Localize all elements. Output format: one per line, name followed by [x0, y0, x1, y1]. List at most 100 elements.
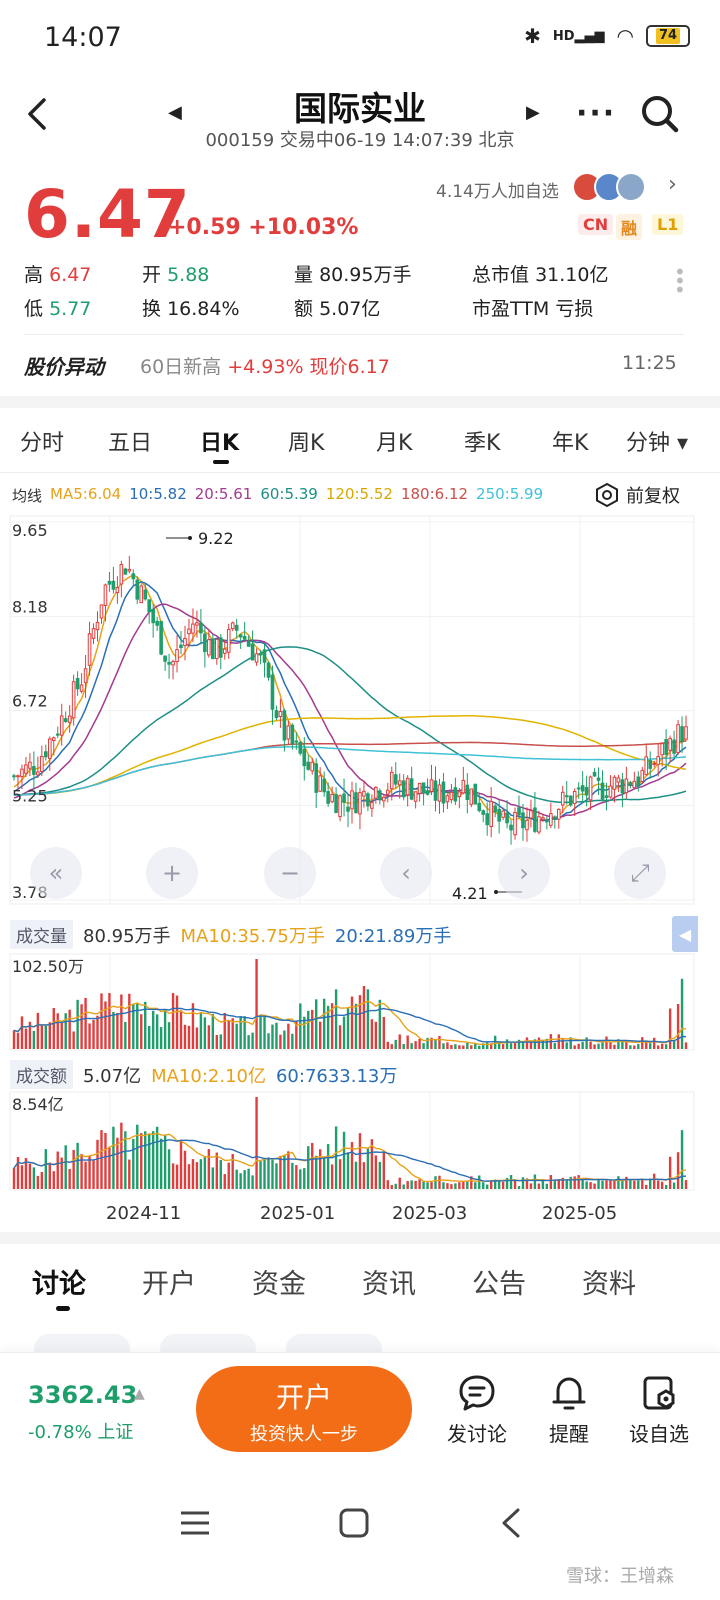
search-icon[interactable]	[638, 92, 682, 136]
signal-icon: HD▂▄▆	[552, 28, 605, 44]
volume-bar	[112, 1012, 115, 1049]
candle-body	[163, 655, 167, 662]
discuss-button[interactable]: 发讨论	[432, 1372, 522, 1447]
home-icon[interactable]	[337, 1506, 371, 1540]
volume-bar	[36, 1175, 40, 1189]
volume-bar	[470, 1045, 473, 1049]
index-value[interactable]: 3362.43	[28, 1381, 137, 1409]
tab-five-day[interactable]: 五日	[108, 425, 152, 457]
candle-body	[425, 790, 430, 795]
volume-bar	[56, 1151, 59, 1189]
open-account-button[interactable]: 开户 投资快人一步	[196, 1366, 412, 1452]
y-tick-label: 6.72	[12, 692, 48, 711]
volume-bar	[422, 1043, 425, 1049]
volume-bar	[350, 996, 354, 1049]
watch-count[interactable]: 4.14万人加自选	[436, 177, 559, 202]
volume-bar	[64, 1013, 67, 1049]
index-change[interactable]: -0.78% 上证	[28, 1418, 133, 1444]
volume-bar	[271, 1159, 274, 1189]
candle-body	[405, 777, 410, 796]
candle-body	[640, 770, 645, 782]
amount-label[interactable]: 成交额	[10, 1060, 73, 1089]
volume-bar	[28, 1163, 32, 1189]
candle-body	[600, 782, 605, 800]
candle-body	[159, 621, 163, 655]
volume-bar	[275, 1163, 278, 1189]
remind-button[interactable]: 提醒	[524, 1372, 614, 1447]
candle-body	[179, 644, 183, 649]
x-axis-label: 2025-05	[542, 1203, 618, 1224]
tab-news[interactable]: 资讯	[362, 1262, 416, 1301]
volume-bar	[24, 1028, 28, 1049]
tab-open-account[interactable]: 开户	[142, 1262, 196, 1301]
volume-bar	[553, 1043, 556, 1049]
adjust-button[interactable]: 前复权	[594, 482, 680, 508]
volume-bar	[430, 1182, 433, 1189]
tab-discussion[interactable]: 讨论	[32, 1262, 86, 1301]
tab-announcements[interactable]: 公告	[472, 1262, 526, 1301]
volume-chart[interactable]: 102.50万	[0, 952, 700, 1052]
volume-ma-line	[13, 1132, 687, 1183]
tab-profile[interactable]: 资料	[582, 1262, 636, 1301]
candle-body	[513, 811, 517, 836]
watcher-avatars[interactable]	[572, 172, 646, 202]
volume-bar	[609, 1042, 612, 1049]
volume-bar	[434, 1040, 437, 1049]
volume-bar	[163, 1134, 167, 1189]
candle-body	[63, 718, 68, 723]
more-icon[interactable]: ···	[576, 96, 616, 131]
stat-more-icon[interactable]: • • •	[674, 262, 686, 300]
volume-bar	[251, 1175, 254, 1189]
volume-bar	[529, 1183, 533, 1189]
candle-body	[521, 812, 525, 829]
candle-body	[119, 564, 124, 585]
volume-bar	[386, 1041, 389, 1049]
volume-bar	[454, 1044, 457, 1049]
volume-bar	[179, 1010, 183, 1049]
candle-body	[282, 710, 287, 741]
tab-yearly-k[interactable]: 年K	[552, 425, 588, 457]
tab-quarterly-k[interactable]: 季K	[464, 425, 500, 457]
ma180-value: 180:6.12	[400, 485, 469, 503]
tab-funds[interactable]: 资金	[252, 1262, 306, 1301]
volume-label[interactable]: 成交量	[10, 920, 73, 949]
tab-intraday[interactable]: 分时	[20, 425, 64, 457]
volume-ma20: 20:21.89万手	[334, 925, 452, 947]
candle-body	[568, 795, 573, 806]
volume-bar	[549, 1175, 553, 1189]
candle-body	[441, 781, 446, 804]
tab-monthly-k[interactable]: 月K	[376, 425, 412, 457]
add-watchlist-button[interactable]: 设自选	[614, 1372, 704, 1447]
menu-icon[interactable]	[178, 1508, 212, 1538]
back-nav-icon[interactable]	[498, 1506, 524, 1540]
volume-bar	[621, 1179, 624, 1189]
candle-body	[258, 653, 263, 656]
kline-chart[interactable]: 9.658.186.725.253.789.224.21 «+ − ‹ › ⤢	[0, 512, 700, 907]
amount-chart[interactable]: 8.54亿	[0, 1090, 700, 1192]
candle-body	[660, 743, 664, 756]
volume-bar	[187, 1164, 191, 1189]
volume-bar	[303, 1016, 306, 1049]
alert-text[interactable]: 60日新高 +4.93% 现价6.17	[140, 352, 390, 379]
fullscreen-icon: ⤢	[630, 859, 649, 887]
tab-minute[interactable]: 分钟 ▾	[626, 425, 688, 457]
candle-body	[71, 681, 76, 719]
tab-weekly-k[interactable]: 周K	[288, 425, 324, 457]
next-stock-arrow-icon[interactable]: ▶	[526, 102, 540, 123]
volume-bar	[195, 1027, 199, 1049]
volume-bar	[597, 1043, 600, 1049]
volume-bar	[247, 1035, 250, 1049]
volume-bar	[124, 1021, 127, 1049]
volume-bar	[446, 1183, 449, 1189]
max-price-label: 9.22	[198, 529, 234, 548]
tab-daily-k[interactable]: 日K	[200, 425, 239, 457]
volume-bar	[438, 1175, 441, 1189]
candle-body	[481, 810, 486, 815]
candle-body	[437, 784, 442, 802]
candle-body	[564, 795, 569, 798]
volume-bar	[20, 1165, 24, 1189]
collapse-panel-icon[interactable]: ◀	[672, 916, 698, 952]
volume-bar	[219, 1034, 222, 1049]
ma250-value: 250:5.99	[476, 485, 544, 503]
chevron-right-icon[interactable]: ›	[668, 172, 677, 197]
